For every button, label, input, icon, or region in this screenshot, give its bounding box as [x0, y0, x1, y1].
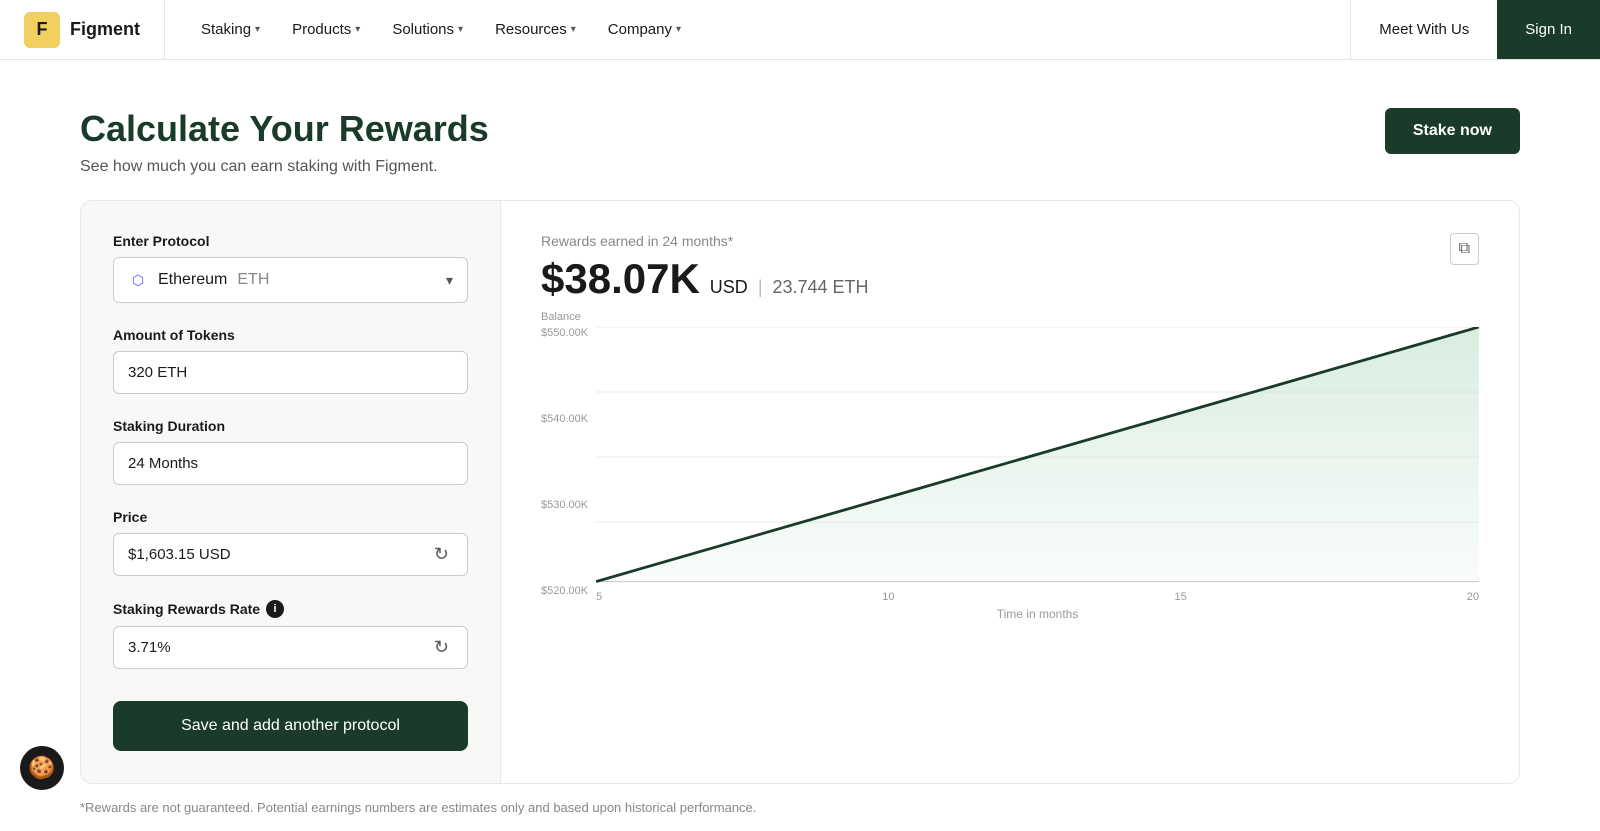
protocol-symbol: ETH	[237, 271, 269, 289]
chevron-down-icon: ▾	[255, 24, 260, 35]
tokens-label: Amount of Tokens	[113, 327, 468, 343]
price-field: Price ↻	[113, 509, 468, 576]
price-refresh-button[interactable]: ↻	[430, 540, 453, 569]
nav-company[interactable]: Company ▾	[596, 13, 693, 46]
page-title: Calculate Your Rewards	[80, 108, 489, 150]
y-tick-3: $540.00K	[541, 413, 588, 425]
x-tick-20: 20	[1467, 591, 1479, 603]
tokens-input-wrapper	[113, 351, 468, 394]
ethereum-icon: ⬡	[128, 270, 148, 290]
x-tick-15: 15	[1174, 591, 1186, 603]
y-tick-2: $530.00K	[541, 499, 588, 511]
hero-text: Calculate Your Rewards See how much you …	[80, 108, 489, 176]
rate-input[interactable]	[128, 627, 430, 668]
nav-links: Staking ▾ Products ▾ Solutions ▾ Resourc…	[165, 13, 1350, 46]
x-tick-10: 10	[882, 591, 894, 603]
rewards-amount: $38.07K USD | 23.744 ETH	[541, 255, 1479, 303]
rewards-label: Rewards earned in 24 months*	[541, 233, 1479, 249]
x-tick-5: 5	[596, 591, 602, 603]
y-tick-4: $550.00K	[541, 327, 588, 339]
logo-text: Figment	[70, 19, 140, 40]
rate-label: Staking Rewards Rate i	[113, 600, 468, 618]
calculator-form: Enter Protocol ⬡ Ethereum ETH ▾ Amount o…	[81, 201, 501, 783]
chart-area: Balance $550.00K $540.00K $530.00K $520.…	[541, 327, 1479, 621]
x-axis: 5 10 15 20	[596, 587, 1479, 603]
chevron-down-icon: ▾	[676, 24, 681, 35]
price-input[interactable]	[128, 534, 430, 575]
rate-refresh-button[interactable]: ↻	[430, 633, 453, 662]
duration-input-wrapper	[113, 442, 468, 485]
protocol-name: Ethereum	[158, 271, 227, 289]
protocol-left: ⬡ Ethereum ETH	[128, 270, 269, 290]
rate-input-wrapper: ↻	[113, 626, 468, 669]
protocol-select[interactable]: ⬡ Ethereum ETH ▾	[113, 257, 468, 303]
logo-icon: F	[24, 12, 60, 48]
rewards-separator: |	[758, 277, 763, 298]
y-axis: $550.00K $540.00K $530.00K $520.00K	[541, 327, 596, 621]
chart-inner: 5 10 15 20 Time in months	[596, 327, 1479, 621]
nav-resources[interactable]: Resources ▾	[483, 13, 588, 46]
disclaimer: *Rewards are not guaranteed. Potential e…	[0, 784, 1600, 831]
logo: F Figment	[0, 0, 165, 59]
calculator-results: ⧉ Rewards earned in 24 months* $38.07K U…	[501, 201, 1519, 783]
chevron-down-icon: ▾	[446, 272, 453, 289]
calculator-card: Enter Protocol ⬡ Ethereum ETH ▾ Amount o…	[80, 200, 1520, 784]
chevron-down-icon: ▾	[458, 24, 463, 35]
nav-products[interactable]: Products ▾	[280, 13, 372, 46]
x-axis-label: Time in months	[596, 607, 1479, 621]
sign-in-button[interactable]: Sign In	[1497, 0, 1600, 59]
info-icon: i	[266, 600, 284, 618]
cookie-button[interactable]: 🍪	[20, 746, 64, 790]
rate-field: Staking Rewards Rate i ↻	[113, 600, 468, 669]
duration-label: Staking Duration	[113, 418, 468, 434]
calculator-container: Enter Protocol ⬡ Ethereum ETH ▾ Amount o…	[0, 200, 1600, 784]
chart-wrapper: $550.00K $540.00K $530.00K $520.00K	[541, 327, 1479, 621]
hero-section: Calculate Your Rewards See how much you …	[0, 60, 1600, 200]
stake-now-button[interactable]: Stake now	[1385, 108, 1520, 154]
page-subtitle: See how much you can earn staking with F…	[80, 158, 489, 176]
save-protocol-button[interactable]: Save and add another protocol	[113, 701, 468, 751]
meet-with-us-button[interactable]: Meet With Us	[1351, 0, 1497, 59]
duration-input[interactable]	[128, 455, 453, 472]
rewards-usd-value: $38.07K	[541, 255, 700, 303]
chevron-down-icon: ▾	[355, 24, 360, 35]
chevron-down-icon: ▾	[571, 24, 576, 35]
price-label: Price	[113, 509, 468, 525]
price-input-wrapper: ↻	[113, 533, 468, 576]
protocol-field: Enter Protocol ⬡ Ethereum ETH ▾	[113, 233, 468, 303]
nav-right: Meet With Us Sign In	[1350, 0, 1600, 59]
tokens-field: Amount of Tokens	[113, 327, 468, 394]
protocol-label: Enter Protocol	[113, 233, 468, 249]
y-tick-1: $520.00K	[541, 585, 588, 597]
chart-balance-label: Balance	[541, 311, 581, 323]
duration-field: Staking Duration	[113, 418, 468, 485]
navbar: F Figment Staking ▾ Products ▾ Solutions…	[0, 0, 1600, 60]
rewards-currency: USD	[710, 277, 748, 298]
nav-staking[interactable]: Staking ▾	[189, 13, 272, 46]
chart-svg	[596, 327, 1479, 587]
nav-solutions[interactable]: Solutions ▾	[380, 13, 475, 46]
rewards-eth-value: 23.744 ETH	[773, 277, 869, 298]
tokens-input[interactable]	[128, 364, 453, 381]
copy-button[interactable]: ⧉	[1450, 233, 1479, 265]
